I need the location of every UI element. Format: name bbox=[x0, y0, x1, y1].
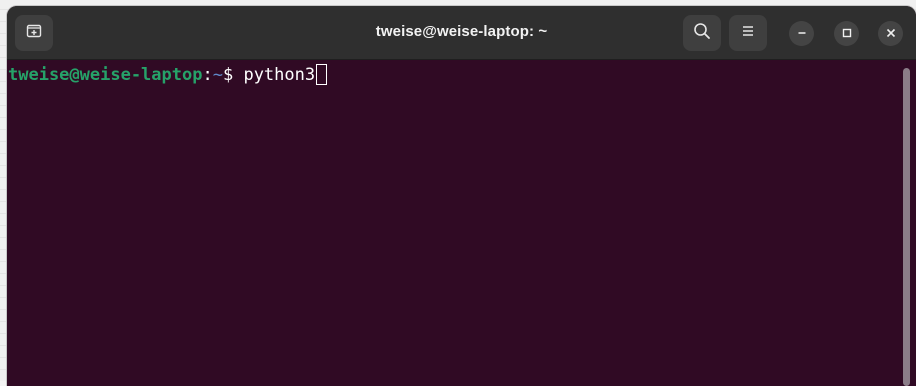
search-icon bbox=[693, 22, 711, 45]
prompt-user-host: tweise@weise-laptop bbox=[8, 65, 203, 85]
terminal-area[interactable]: tweise@weise-laptop:~$ python3 bbox=[7, 61, 916, 386]
hamburger-menu-icon bbox=[740, 24, 756, 43]
title-bar[interactable]: tweise@weise-laptop: ~ bbox=[7, 6, 916, 60]
terminal-window: tweise@weise-laptop: ~ tweise@weise-lapt… bbox=[7, 6, 916, 386]
search-button[interactable] bbox=[683, 15, 721, 51]
prompt-cwd: ~ bbox=[212, 65, 223, 85]
maximize-icon bbox=[842, 25, 852, 43]
minimize-icon bbox=[797, 25, 807, 43]
typed-command: python3 bbox=[243, 65, 316, 85]
text-cursor bbox=[316, 64, 328, 85]
minimize-button[interactable] bbox=[789, 21, 814, 46]
scrollbar[interactable] bbox=[903, 68, 910, 386]
prompt-colon: : bbox=[202, 65, 213, 85]
menu-button[interactable] bbox=[729, 15, 767, 51]
prompt-line: tweise@weise-laptop:~$ python3 bbox=[8, 64, 328, 86]
close-icon bbox=[886, 25, 896, 43]
close-button[interactable] bbox=[878, 21, 903, 46]
maximize-button[interactable] bbox=[834, 21, 859, 46]
prompt-symbol: $ bbox=[222, 65, 244, 85]
window-title: tweise@weise-laptop: ~ bbox=[375, 23, 548, 40]
